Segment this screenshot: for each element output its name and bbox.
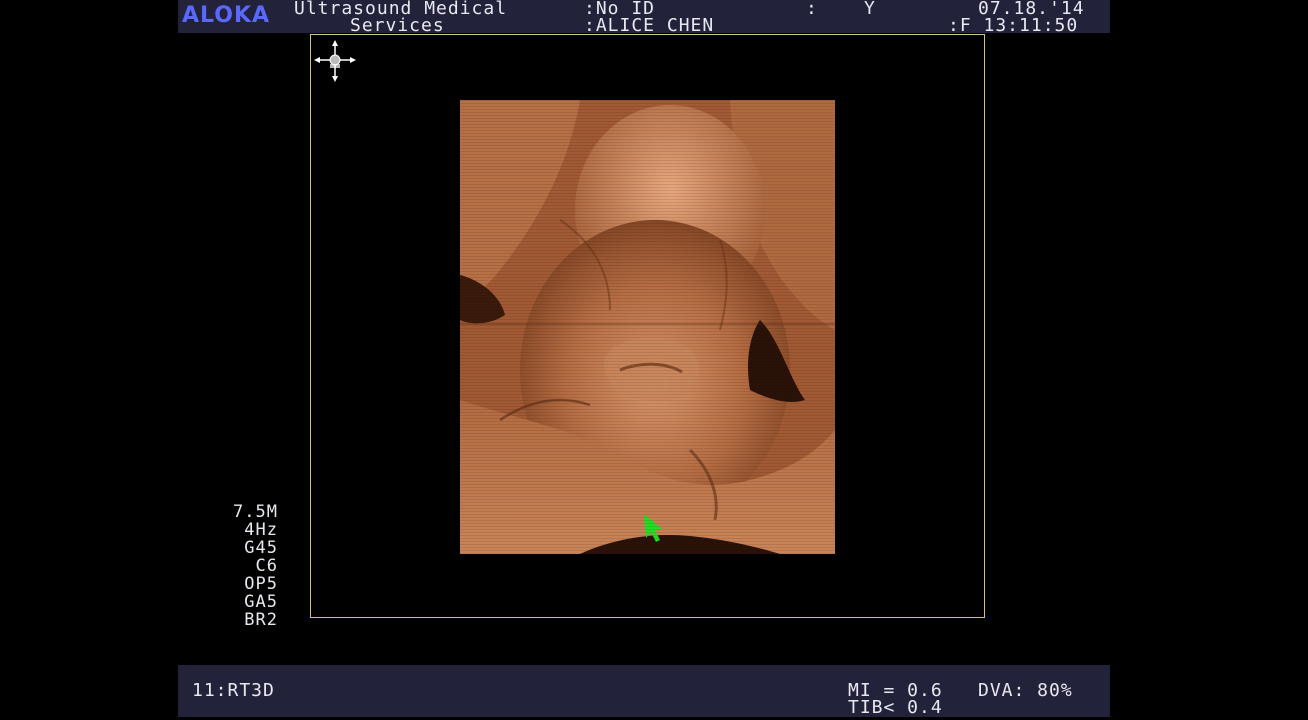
exam-time: :F 13:11:50 — [948, 15, 1079, 34]
param-opacity: OP5 — [244, 574, 278, 594]
crosshair-icon[interactable] — [314, 40, 356, 82]
sex-mark: Y — [864, 0, 876, 19]
separator-mark: : — [806, 0, 818, 19]
render-volume-image — [460, 100, 835, 554]
tib-readout: TIB< 0.4 — [848, 697, 943, 718]
footer-bar: 11:RT3D MI = 0.6 DVA: 80% TIB< 0.4 — [178, 665, 1110, 717]
dva-readout: DVA: 80% — [978, 680, 1073, 701]
param-brightness: BR2 — [244, 610, 278, 630]
param-frame-rate: 4Hz — [244, 520, 278, 540]
institution-line-2: Services — [350, 15, 445, 34]
patient-name: :ALICE CHEN — [584, 15, 715, 34]
acquisition-params: 7.5M 4Hz G45 C6 OP5 GA5 BR2 — [196, 503, 278, 629]
mode-label: 11:RT3D — [192, 680, 275, 701]
param-ga: GA5 — [244, 592, 278, 612]
param-frequency: 7.5M — [233, 502, 278, 522]
param-gain: G45 — [244, 538, 278, 558]
brand-logo: ALOKA — [182, 3, 271, 28]
header-bar: ALOKA Ultrasound Medical Services :No ID… — [178, 0, 1110, 33]
param-contrast: C6 — [255, 556, 278, 576]
